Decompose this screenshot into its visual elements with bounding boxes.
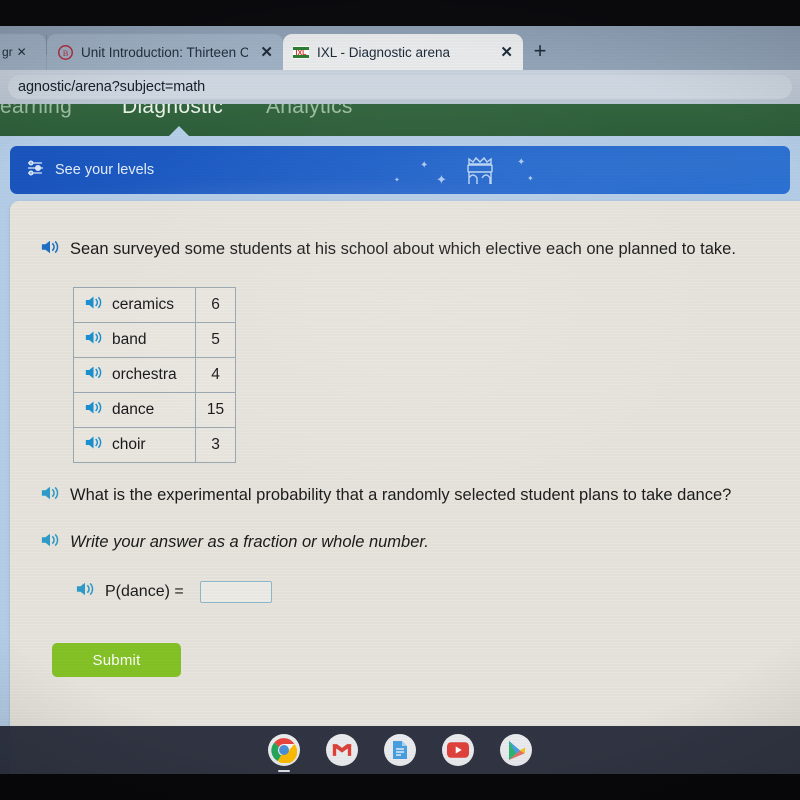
sparkle-icon: ✦: [436, 172, 447, 187]
speaker-icon[interactable]: [84, 434, 103, 456]
question-instruction-text: Write your answer as a fraction or whole…: [70, 533, 429, 552]
table-row: choir 3: [73, 426, 236, 463]
speaker-icon[interactable]: [75, 580, 95, 603]
sparkle-icon: ✦: [527, 174, 534, 183]
play-store-icon[interactable]: [500, 734, 532, 766]
table-label-text: choir: [112, 435, 146, 453]
speaker-icon[interactable]: [84, 294, 103, 316]
sparkle-icon: ✦: [420, 160, 429, 171]
photo-of-screen: gr ✕ B Unit Introduction: Thirteen Colon…: [0, 0, 800, 800]
table-label-text: band: [112, 330, 147, 348]
sliders-icon: [26, 159, 46, 181]
ixl-page-body: ✦ ✦ ✦ ✦ ✦ See your levels Sean surveyed …: [0, 136, 800, 774]
table-row: ceramics 6: [73, 286, 236, 323]
speaker-icon[interactable]: [84, 364, 103, 386]
browser-tab-1[interactable]: B Unit Introduction: Thirteen Colon ✕: [47, 34, 283, 70]
sparkle-icon: ✦: [517, 157, 526, 168]
monitor-bezel-bottom: [0, 774, 800, 800]
table-cell-value: 15: [195, 391, 236, 428]
question-card: Sean surveyed some students at his schoo…: [10, 201, 800, 774]
browser-tab-0[interactable]: gr ✕: [0, 34, 46, 70]
speaker-icon[interactable]: [84, 329, 103, 351]
address-bar-url: agnostic/arena?subject=math: [18, 79, 206, 95]
monitor-bezel-top: [0, 0, 800, 26]
table-cell-label: choir: [73, 426, 196, 463]
table-cell-label: dance: [73, 391, 196, 428]
address-bar[interactable]: agnostic/arena?subject=math: [8, 75, 792, 99]
table-label-text: ceramics: [112, 295, 175, 313]
nav-item-learning[interactable]: Learning: [0, 104, 72, 119]
ixl-logo-icon: IXL: [293, 44, 309, 60]
nav-item-diagnostic[interactable]: Diagnostic: [122, 104, 223, 119]
question-instruction-row: Write your answer as a fraction or whole…: [40, 528, 740, 558]
b-logo-icon: B: [57, 44, 73, 60]
browser-tab-1-label: Unit Introduction: Thirteen Colon: [81, 44, 249, 60]
table-label-text: orchestra: [112, 365, 177, 383]
table-label-text: dance: [112, 400, 155, 418]
svg-text:IXL: IXL: [296, 50, 308, 57]
browser-tab-0-label: gr: [2, 45, 13, 59]
table-cell-value: 3: [195, 426, 236, 463]
see-your-levels-control[interactable]: See your levels: [26, 159, 154, 181]
see-your-levels-banner[interactable]: ✦ ✦ ✦ ✦ ✦ See your levels: [10, 146, 790, 194]
browser-tab-2-close-icon[interactable]: ✕: [500, 45, 513, 60]
question-prompt-row: Sean surveyed some students at his schoo…: [40, 235, 740, 265]
browser-tab-0-close-icon[interactable]: ✕: [17, 45, 27, 59]
question-ask-text: What is the experimental probability tha…: [70, 485, 732, 504]
table-cell-value: 4: [195, 356, 236, 393]
table-row: dance 15: [73, 391, 236, 428]
speaker-icon[interactable]: [40, 238, 60, 265]
new-tab-button[interactable]: +: [523, 34, 557, 68]
answer-label: P(dance) =: [105, 582, 184, 600]
question-prompt-text: Sean surveyed some students at his schoo…: [70, 240, 736, 258]
gmail-icon[interactable]: [326, 734, 358, 766]
table-cell-value: 6: [195, 286, 236, 323]
answer-row: P(dance) =: [75, 580, 780, 603]
browser-tab-2-active[interactable]: IXL IXL - Diagnostic arena ✕: [283, 34, 523, 70]
os-taskbar: [0, 726, 800, 774]
browser-tab-strip: gr ✕ B Unit Introduction: Thirteen Colon…: [0, 26, 800, 70]
docs-icon[interactable]: [384, 734, 416, 766]
browser-tab-1-close-icon[interactable]: ✕: [260, 45, 273, 60]
table-cell-label: orchestra: [73, 356, 196, 393]
table-cell-value: 5: [195, 321, 236, 358]
youtube-icon[interactable]: [442, 734, 474, 766]
speaker-icon[interactable]: [40, 484, 60, 511]
svg-text:B: B: [62, 47, 68, 57]
table-cell-label: band: [73, 321, 196, 358]
speaker-icon[interactable]: [84, 399, 103, 421]
ixl-main-nav: Learning Diagnostic Analytics: [0, 104, 800, 136]
chrome-icon[interactable]: [268, 734, 300, 766]
nav-item-analytics[interactable]: Analytics: [266, 104, 353, 119]
nav-active-caret: [168, 126, 190, 136]
browser-tab-2-label: IXL - Diagnostic arena: [317, 44, 451, 60]
question-ask-row: What is the experimental probability tha…: [40, 481, 740, 511]
submit-button[interactable]: Submit: [52, 643, 181, 678]
screen: gr ✕ B Unit Introduction: Thirteen Colon…: [0, 26, 800, 774]
speaker-icon[interactable]: [40, 531, 60, 558]
see-your-levels-label: See your levels: [55, 162, 155, 178]
sparkle-icon: ✦: [394, 177, 400, 184]
browser-toolbar: agnostic/arena?subject=math: [0, 70, 800, 104]
table-row: band 5: [73, 321, 236, 358]
survey-data-table: ceramics 6 band 5 orchestra 4 dance 15 c…: [73, 286, 236, 463]
answer-input[interactable]: [199, 580, 272, 603]
survey-table-body: ceramics 6 band 5 orchestra 4 dance 15 c…: [73, 286, 236, 463]
table-cell-label: ceramics: [73, 286, 196, 323]
arena-castle-icon: [462, 154, 498, 193]
table-row: orchestra 4: [73, 356, 236, 393]
